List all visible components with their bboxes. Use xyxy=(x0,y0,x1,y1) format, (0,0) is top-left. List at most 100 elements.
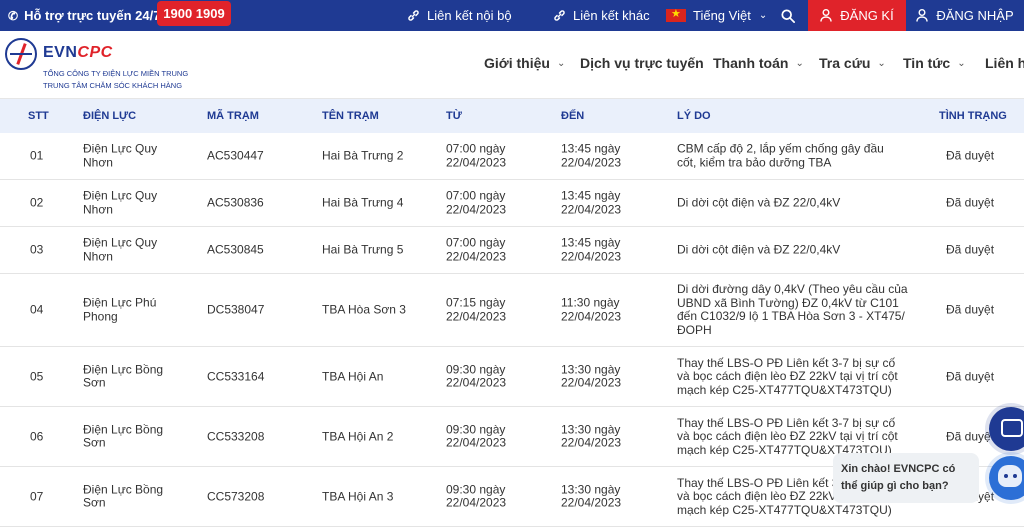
hotline-button[interactable]: 1900 1909 xyxy=(157,1,231,26)
chevron-down-icon: ⌄ xyxy=(556,57,566,69)
nav-dich-vu[interactable]: Dịch vụ trực tuyến xyxy=(580,55,704,71)
tu-time: 07:15 ngày xyxy=(446,295,506,310)
cell-tinh-trang: Đã duyệt xyxy=(946,148,995,163)
den-date: 22/04/2023 xyxy=(561,309,622,323)
dien-luc-line: Sơn xyxy=(83,435,106,450)
cell-ma-tram: CC533164 xyxy=(207,368,265,383)
brand-cpc: CPC xyxy=(77,44,113,61)
cell-den: 13:45 ngày 22/04/2023 xyxy=(561,142,621,170)
ly-do-line: và bọc cách điện lèo ĐZ 22kV tại vị trí … xyxy=(677,428,898,443)
cell-tinh-trang: Đã duyệt xyxy=(946,368,995,383)
nav-tin-tuc[interactable]: Tin tức ⌄ xyxy=(903,55,966,71)
evncpc-logo-icon[interactable] xyxy=(5,38,37,70)
language-label: Tiếng Việt xyxy=(693,8,751,23)
cell-stt: 07 xyxy=(30,488,44,503)
dien-luc-line: Nhơn xyxy=(83,155,113,169)
internal-links-label: Liên kết nội bộ xyxy=(427,8,512,23)
tu-date: 22/04/2023 xyxy=(446,375,507,390)
col-tinh-trang: TÌNH TRẠNG xyxy=(939,110,1007,122)
col-dien-luc: ĐIỆN LỰC xyxy=(83,110,137,122)
brand-evn: EVN xyxy=(43,44,78,61)
cell-ly-do: CBM cấp độ 2, lắp yếm chống gây đầu cốt, … xyxy=(677,142,884,170)
ly-do-line: UBND xã Bình Tường) ĐZ 0,4kV từ C101 xyxy=(677,295,899,310)
nav-gioi-thieu[interactable]: Giới thiệu ⌄ xyxy=(484,55,565,71)
user-icon xyxy=(916,9,929,22)
language-select[interactable]: Tiếng Việt ⌄ xyxy=(666,0,767,31)
cell-ma-tram: AC530836 xyxy=(207,195,264,210)
cell-dien-luc: Điện Lực Bồng Sơn xyxy=(83,422,163,450)
support-label: ✆ Hỗ trợ trực tuyến 24/7: xyxy=(8,0,165,31)
brand-name[interactable]: EVNCPC xyxy=(43,44,113,62)
ly-do-line: cốt, kiểm tra bảo dưỡng TBA xyxy=(677,155,832,169)
cell-tinh-trang: Đã duyệt xyxy=(946,242,995,257)
cell-dien-luc: Điện Lực Quy Nhơn xyxy=(83,189,157,217)
col-ly-do: LÝ DO xyxy=(677,110,711,122)
nav-label: Tin tức xyxy=(903,55,951,71)
nav-tra-cuu[interactable]: Tra cứu ⌄ xyxy=(819,55,886,71)
top-bar: ✆ Hỗ trợ trực tuyến 24/7: 1900 1909 Liên… xyxy=(0,0,1024,31)
cell-tu: 09:30 ngày 22/04/2023 xyxy=(446,422,506,450)
ly-do-line: mạch kép C25-XT477TQU&XT473TQU) xyxy=(677,502,892,517)
cell-tu: 07:00 ngày 22/04/2023 xyxy=(446,188,507,217)
dien-luc-line: Phong xyxy=(83,309,118,323)
cell-stt: 03 xyxy=(30,242,44,257)
chevron-down-icon: ⌄ xyxy=(877,57,886,69)
register-button[interactable]: ĐĂNG KÍ xyxy=(808,0,906,31)
cell-tu: 07:00 ngày 22/04/2023 xyxy=(446,142,506,170)
dien-luc-line: Sơn xyxy=(83,495,106,510)
table-row: 02 Điện Lực Quy Nhơn AC530836 Hai Bà Trưn… xyxy=(0,180,1024,227)
den-time: 11:30 ngày xyxy=(561,295,620,310)
tu-date: 22/04/2023 xyxy=(446,495,507,510)
cell-ma-tram: CC533208 xyxy=(207,428,265,443)
cell-tu: 07:00 ngày 22/04/2023 xyxy=(446,236,506,264)
cell-ten-tram: Hai Bà Trưng 5 xyxy=(322,242,404,257)
dien-luc-line: Điện Lực Phú xyxy=(83,295,157,310)
den-date: 22/04/2023 xyxy=(561,249,622,263)
chevron-down-icon: ⌄ xyxy=(957,57,966,69)
cell-ly-do: Di dời cột điện và ĐZ 22/0,4kV xyxy=(677,196,840,210)
cell-dien-luc: Điện Lực Phú Phong xyxy=(83,295,157,324)
col-ten-tram: TÊN TRẠM xyxy=(322,110,379,122)
den-time: 13:45 ngày xyxy=(561,235,621,250)
dien-luc-line: Nhơn xyxy=(83,202,113,216)
den-date: 22/04/2023 xyxy=(561,375,622,390)
ly-do-line: mạch kép C25-XT477TQU&XT473TQU) xyxy=(677,382,892,397)
cell-stt: 02 xyxy=(30,195,44,210)
chat-greeting-line: Xin chào! EVNCPC có xyxy=(841,463,956,475)
tu-time: 09:30 ngày xyxy=(446,482,506,496)
vietnam-flag-icon xyxy=(666,7,686,22)
cell-ma-tram: DC538047 xyxy=(207,302,265,317)
tu-time: 09:30 ngày xyxy=(446,422,506,436)
search-button[interactable] xyxy=(781,0,802,31)
chat-greeting-bubble[interactable]: Xin chào! EVNCPC có thể giúp gì cho bạn? xyxy=(833,453,979,503)
login-button[interactable]: ĐĂNG NHẬP xyxy=(906,0,1024,31)
cell-tinh-trang: Đã duyệt xyxy=(946,302,995,317)
den-time: 13:30 ngày xyxy=(561,362,621,376)
cell-den: 13:30 ngày 22/04/2023 xyxy=(561,362,622,390)
table-row: 05 Điện Lực Bồng Sơn CC533164 TBA Hội An … xyxy=(0,347,1024,407)
col-ma-tram: MÃ TRẠM xyxy=(207,110,259,122)
den-time: 13:30 ngày xyxy=(561,422,621,436)
login-label: ĐĂNG NHẬP xyxy=(936,8,1014,23)
dien-luc-line: Điện Lực Quy xyxy=(83,235,158,250)
den-time: 13:30 ngày xyxy=(561,482,621,496)
chevron-down-icon: ⌄ xyxy=(758,10,768,21)
other-links-label: Liên kết khác xyxy=(573,8,650,23)
cell-dien-luc: Điện Lực Bồng Sơn xyxy=(83,482,163,510)
other-links-link[interactable]: Liên kết khác xyxy=(553,0,650,31)
internal-links-link[interactable]: Liên kết nội bộ xyxy=(407,0,512,31)
col-stt: STT xyxy=(28,110,49,122)
cell-ma-tram: CC573208 xyxy=(207,488,265,503)
col-den: ĐẾN xyxy=(561,110,585,122)
cell-den: 11:30 ngày 22/04/2023 xyxy=(561,295,622,324)
dien-luc-line: Sơn xyxy=(83,375,106,390)
tu-date: 22/04/2023 xyxy=(446,202,507,216)
nav-thanh-toan[interactable]: Thanh toán ⌄ xyxy=(713,55,804,71)
nav-lien-he[interactable]: Liên hệ xyxy=(985,55,1024,71)
cell-stt: 06 xyxy=(30,428,44,443)
nav-label: Liên hệ xyxy=(985,55,1024,71)
cell-ten-tram: TBA Hội An 2 xyxy=(322,428,394,443)
cell-den: 13:30 ngày 22/04/2023 xyxy=(561,482,621,510)
cell-dien-luc: Điện Lực Quy Nhơn xyxy=(83,235,158,264)
tu-time: 07:00 ngày xyxy=(446,188,506,203)
